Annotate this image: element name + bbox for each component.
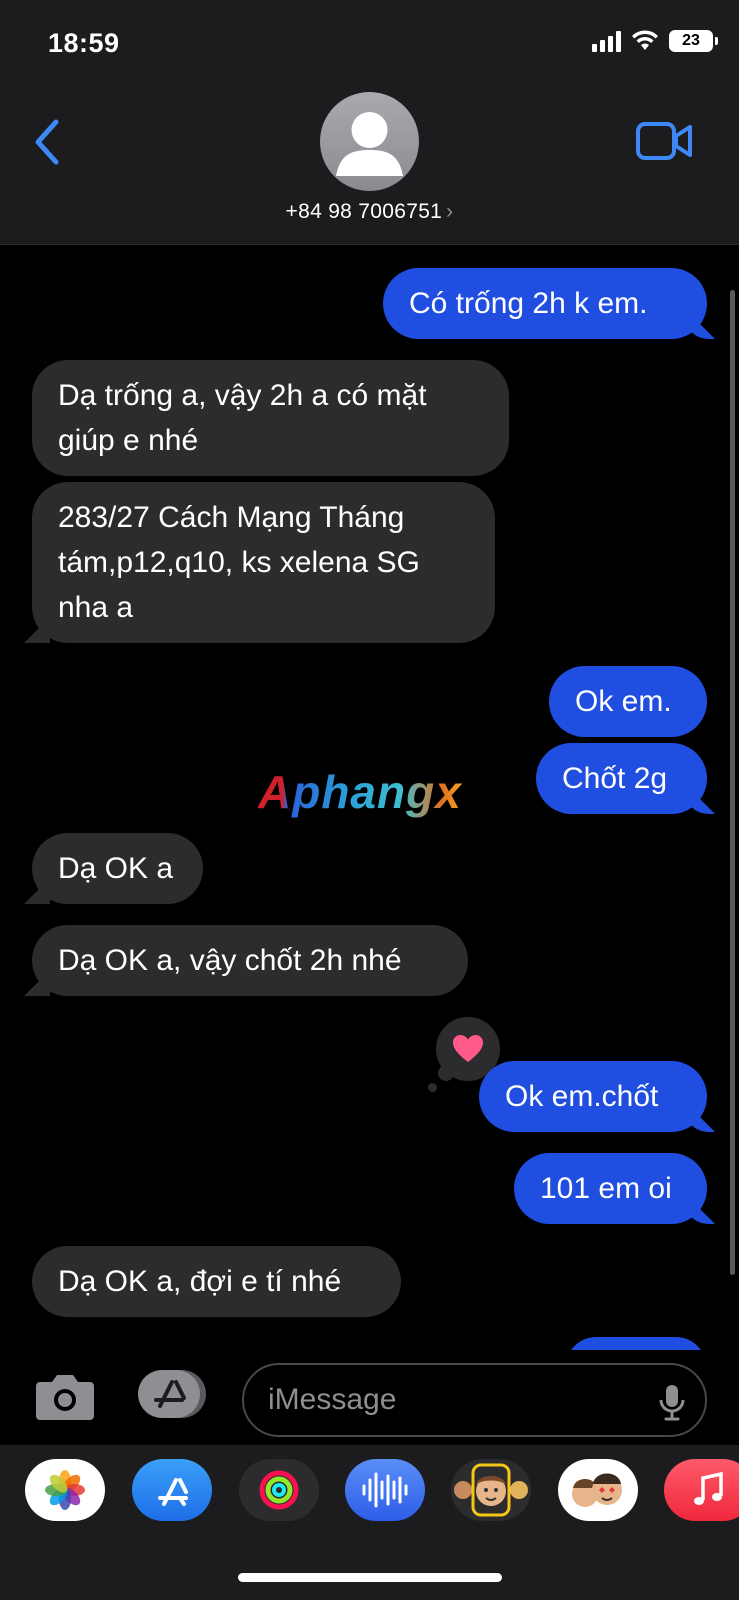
status-icons: 23 — [592, 30, 718, 52]
chevron-right-icon: › — [446, 200, 454, 223]
message-bubble-incoming[interactable]: Dạ OK a, đợi e tí nhé — [32, 1246, 401, 1317]
camera-icon — [36, 1375, 94, 1420]
compose-bar — [0, 1350, 739, 1445]
memoji-stickers-app-button[interactable] — [558, 1459, 638, 1521]
memoji-app-button[interactable] — [451, 1459, 531, 1521]
message-bubble-outgoing[interactable]: Chốt 2g — [536, 743, 707, 814]
message-bubble-outgoing[interactable]: Ok em.chốt — [479, 1061, 707, 1132]
message-text: Có trống 2h k em. — [409, 287, 648, 320]
message-bubble-incoming[interactable]: 283/27 Cách Mạng Tháng tám,p12,q10, ks x… — [32, 482, 495, 643]
wifi-icon — [632, 30, 658, 50]
message-text-line: Dạ trống a, vậy 2h a có mặt — [58, 379, 427, 412]
message-text: Ok em. — [575, 685, 672, 718]
message-text-line: tám,p12,q10, ks xelena SG — [58, 546, 420, 579]
apps-button[interactable] — [136, 1366, 210, 1422]
message-bubble-outgoing[interactable]: Ok em. — [549, 666, 707, 737]
message-bubble-outgoing-partial[interactable] — [566, 1337, 706, 1350]
video-camera-icon — [636, 122, 692, 160]
message-text: Dạ OK a — [58, 852, 174, 885]
fitness-icon — [259, 1470, 299, 1510]
message-bubble-incoming[interactable]: Dạ trống a, vậy 2h a có mặt giúp e nhé — [32, 360, 509, 476]
home-indicator[interactable] — [238, 1573, 502, 1582]
photos-icon — [45, 1470, 85, 1510]
heart-icon — [453, 1035, 483, 1062]
message-bubble-incoming[interactable]: Dạ OK a, vậy chốt 2h nhé — [32, 925, 468, 996]
message-text: Dạ OK a, vậy chốt 2h nhé — [58, 944, 402, 977]
reaction-bubble-dot — [428, 1083, 437, 1092]
message-bubble-incoming[interactable]: Dạ OK a — [32, 833, 203, 904]
message-text: Ok em.chốt — [505, 1080, 659, 1113]
watermark-logo: Aphangx — [258, 766, 462, 818]
app-store-icon — [158, 1478, 188, 1506]
memoji-stickers-icon — [572, 1473, 622, 1507]
microphone-icon[interactable] — [657, 1383, 687, 1421]
message-input[interactable] — [268, 1365, 638, 1435]
scrollbar[interactable] — [730, 290, 735, 1275]
conversation-header: 18:59 23 +84 98 7006751 › — [0, 0, 739, 245]
battery-indicator: 23 — [669, 30, 718, 52]
person-avatar-icon — [336, 112, 403, 176]
voice-memo-icon — [362, 1472, 408, 1508]
message-text-line: giúp e nhé — [58, 424, 199, 457]
contact-number: +84 98 7006751 — [285, 200, 443, 223]
imessage-app-drawer — [0, 1445, 739, 1600]
photos-app-button[interactable] — [25, 1459, 105, 1521]
message-text-line: nha a — [58, 591, 134, 624]
message-text: 101 em oi — [540, 1172, 672, 1205]
fitness-app-button[interactable] — [239, 1459, 319, 1521]
music-icon — [694, 1471, 723, 1505]
camera-button[interactable] — [34, 1370, 96, 1422]
message-bubble-outgoing[interactable]: 101 em oi — [514, 1153, 707, 1224]
voice-memo-app-button[interactable] — [345, 1459, 425, 1521]
contact-name[interactable]: +84 98 7006751 › — [0, 200, 739, 224]
cellular-signal-icon — [592, 30, 621, 52]
back-button[interactable] — [28, 112, 68, 172]
status-time: 18:59 — [48, 28, 120, 58]
message-list[interactable]: Có trống 2h k em. Dạ trống a, vậy 2h a c… — [0, 245, 739, 1350]
message-input-field[interactable] — [242, 1363, 707, 1437]
message-bubble-outgoing[interactable]: Có trống 2h k em. — [383, 268, 707, 339]
contact-avatar[interactable] — [320, 92, 419, 191]
chevron-left-icon — [35, 119, 59, 165]
app-store-icon — [138, 1370, 206, 1418]
music-app-button[interactable] — [664, 1459, 739, 1521]
message-text-line: 283/27 Cách Mạng Tháng — [58, 501, 405, 534]
app-store-app-button[interactable] — [132, 1459, 212, 1521]
message-text: Chốt 2g — [562, 762, 668, 795]
memoji-icon — [454, 1463, 528, 1517]
facetime-video-button[interactable] — [635, 118, 695, 164]
message-text: Dạ OK a, đợi e tí nhé — [58, 1265, 342, 1298]
